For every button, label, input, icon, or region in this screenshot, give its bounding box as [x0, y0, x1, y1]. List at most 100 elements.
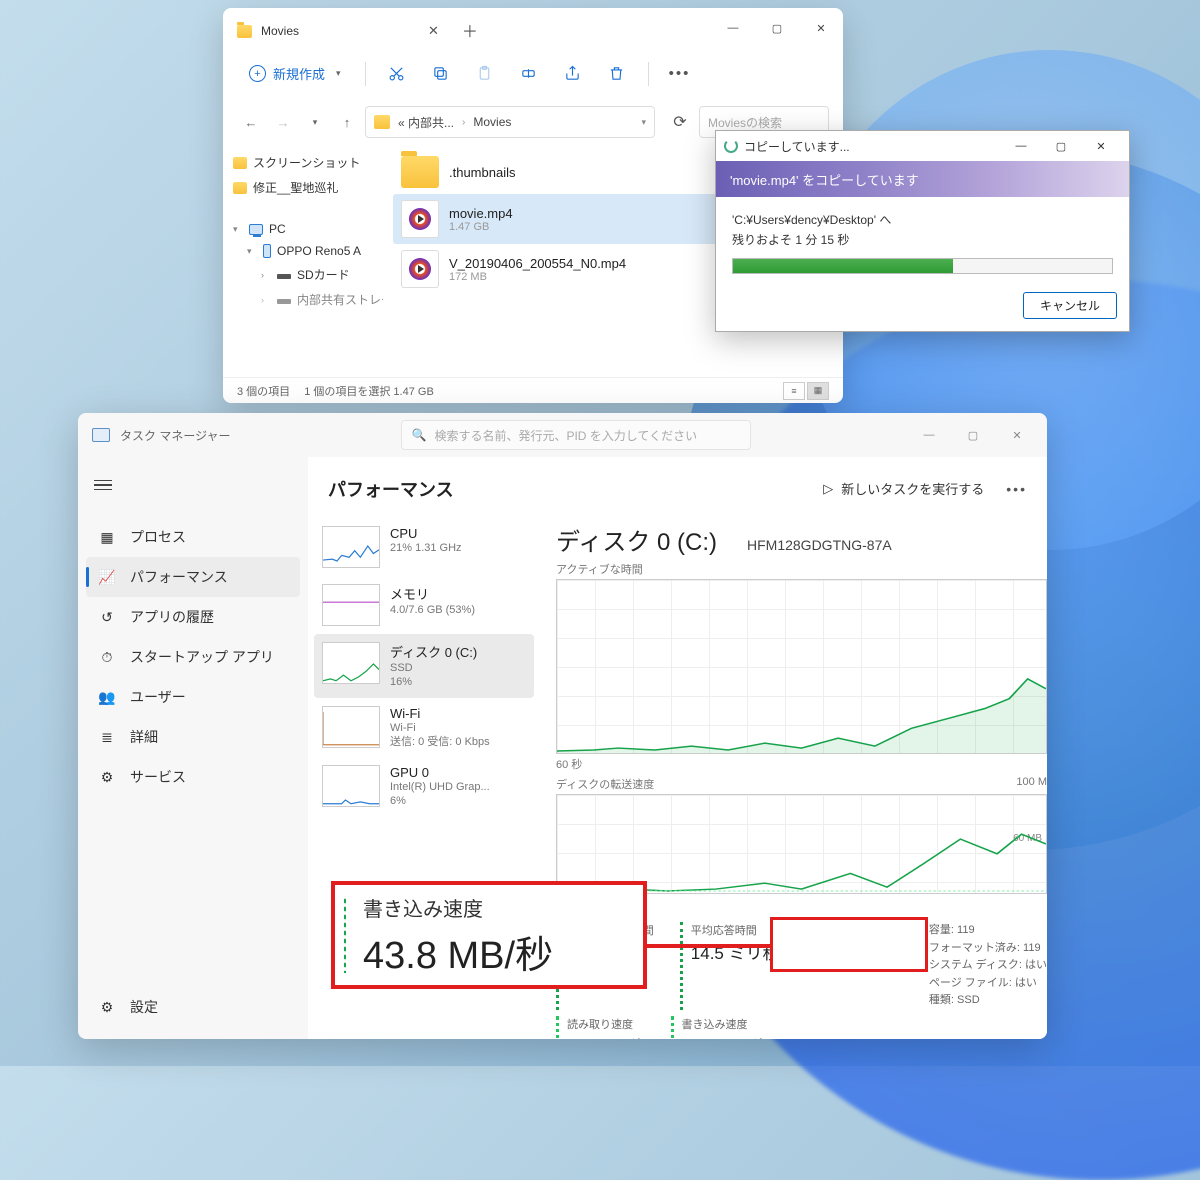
drive-icon — [277, 299, 291, 304]
history-icon: ↺ — [98, 608, 116, 626]
up-button[interactable]: ↑ — [333, 108, 361, 136]
more-icon[interactable]: ••• — [1006, 481, 1027, 497]
nav-startup[interactable]: ⏱スタートアップ アプリ — [86, 637, 300, 677]
tree-item-sd[interactable]: ›SDカード — [227, 262, 379, 287]
content-header: パフォーマンス ▷ 新しいタスクを実行する ••• — [308, 457, 1047, 514]
tree-item-pc[interactable]: ▾PC — [227, 218, 379, 240]
more-icon[interactable]: ••• — [661, 56, 699, 92]
perf-item-memory[interactable]: メモリ4.0/7.6 GB (53%) — [314, 576, 534, 634]
folder-icon — [374, 115, 390, 129]
dialog-title: コピーしています... — [744, 138, 850, 155]
search-input[interactable]: 🔍 検索する名前、発行元、PID を入力してください — [401, 420, 751, 450]
gear-icon: ⚙ — [98, 998, 116, 1016]
perf-item-disk[interactable]: ディスク 0 (C:)SSD 16% — [314, 634, 534, 698]
tree-item-storage[interactable]: ›内部共有ストレージ — [227, 287, 379, 312]
stat-response: 平均応答時間 14.5 ミリ秒 — [680, 922, 780, 1010]
new-button[interactable]: + 新規作成 ▾ — [237, 58, 353, 89]
address-bar[interactable]: « 内部共... › Movies ▾ — [365, 106, 655, 138]
window-buttons: — ▢ ✕ — [907, 417, 1039, 453]
separator — [365, 62, 366, 86]
taskmgr-sidebar: ▦プロセス 📈パフォーマンス ↺アプリの履歴 ⏱スタートアップ アプリ 👥ユーザ… — [78, 457, 308, 1039]
close-button[interactable]: ✕ — [1081, 133, 1121, 159]
perf-item-cpu[interactable]: CPU21% 1.31 GHz — [314, 518, 534, 576]
maximize-button[interactable]: ▢ — [755, 8, 799, 48]
nav-details[interactable]: ≣詳細 — [86, 717, 300, 757]
highlight-connector — [647, 944, 777, 948]
dialog-titlebar[interactable]: コピーしています... — ▢ ✕ — [716, 131, 1129, 161]
folder-icon — [237, 25, 252, 38]
highlight-label: 書き込み速度 — [363, 893, 629, 922]
nav-performance[interactable]: 📈パフォーマンス — [86, 557, 300, 597]
explorer-tab[interactable]: Movies ✕ — [223, 11, 453, 51]
chevron-down-icon[interactable]: ▾ — [641, 117, 646, 128]
nav-processes[interactable]: ▦プロセス — [86, 517, 300, 557]
hamburger-button[interactable] — [86, 469, 122, 501]
close-button[interactable]: ✕ — [799, 8, 843, 48]
chevron-right-icon[interactable]: › — [261, 295, 271, 305]
forward-button[interactable]: → — [269, 108, 297, 136]
refresh-button[interactable]: ⟳ — [665, 112, 695, 132]
back-button[interactable]: ← — [237, 108, 265, 136]
highlight-callout: 書き込み速度 43.8 MB/秒 — [331, 881, 647, 989]
minimize-button[interactable]: — — [711, 8, 755, 48]
phone-icon — [263, 244, 271, 258]
chevron-right-icon[interactable]: › — [261, 270, 271, 280]
new-task-button[interactable]: ▷ 新しいタスクを実行する — [813, 473, 994, 504]
minimize-button[interactable]: — — [1001, 133, 1041, 159]
graph2-label: ディスクの転送速度 100 M — [556, 776, 1047, 792]
copy-icon[interactable] — [422, 56, 460, 92]
tree-item-phone[interactable]: ▾OPPO Reno5 A — [227, 240, 379, 262]
window-buttons: — ▢ ✕ — [1001, 133, 1121, 159]
dialog-body: 'C:¥Users¥dency¥Desktop' へ 残りおよそ 1 分 15 … — [716, 197, 1129, 286]
dotted-accent — [343, 897, 347, 973]
taskmgr-icon — [92, 428, 110, 442]
folder-tree: スクリーンショット 修正__聖地巡礼 ▾PC ▾OPPO Reno5 A ›SD… — [223, 144, 383, 377]
chevron-down-icon[interactable]: ▾ — [301, 108, 329, 136]
list-icon: ≣ — [98, 728, 116, 746]
thumb-graph — [322, 526, 380, 568]
nav-users[interactable]: 👥ユーザー — [86, 677, 300, 717]
perf-item-wifi[interactable]: Wi-FiWi-Fi 送信: 0 受信: 0 Kbps — [314, 698, 534, 758]
perf-item-gpu[interactable]: GPU 0Intel(R) UHD Grap... 6% — [314, 757, 534, 817]
breadcrumb-segment[interactable]: « 内部共... — [398, 114, 454, 131]
view-grid-button[interactable]: ▦ — [807, 382, 829, 400]
status-item-count: 3 個の項目 — [237, 383, 290, 399]
dialog-footer: キャンセル — [716, 286, 1129, 331]
explorer-titlebar: Movies ✕ ＋ — ▢ ✕ — [223, 8, 843, 48]
users-icon: 👥 — [98, 688, 116, 706]
paste-icon[interactable] — [466, 56, 504, 92]
share-icon[interactable] — [554, 56, 592, 92]
maximize-button[interactable]: ▢ — [1041, 133, 1081, 159]
status-bar: 3 個の項目 1 個の項目を選択 1.47 GB ≡ ▦ — [223, 377, 843, 403]
nav-services[interactable]: ⚙サービス — [86, 757, 300, 797]
cut-icon[interactable] — [378, 56, 416, 92]
chevron-down-icon[interactable]: ▾ — [233, 224, 243, 235]
stat-row-2: 読み取り速度 108 KB/秒 書き込み速度 43.8 MB/秒 — [556, 1016, 1047, 1039]
stat-read: 読み取り速度 108 KB/秒 — [556, 1016, 645, 1039]
view-list-button[interactable]: ≡ — [783, 382, 805, 400]
separator — [648, 62, 649, 86]
timespan: 60 秒 — [556, 756, 582, 772]
tree-item[interactable]: 修正__聖地巡礼 — [227, 175, 379, 200]
delete-icon[interactable] — [598, 56, 636, 92]
tab-close-icon[interactable]: ✕ — [428, 23, 439, 39]
disk-meta: 容量: 119 フォーマット済み: 119 システム ディスク: はい ページ … — [929, 922, 1047, 1010]
close-button[interactable]: ✕ — [995, 417, 1039, 453]
new-tab-button[interactable]: ＋ — [453, 12, 487, 48]
breadcrumb-separator: › — [462, 117, 465, 128]
minimize-button[interactable]: — — [907, 417, 951, 453]
nav-history[interactable]: ↺アプリの履歴 — [86, 597, 300, 637]
cancel-button[interactable]: キャンセル — [1023, 292, 1117, 319]
nav-settings[interactable]: ⚙設定 — [86, 987, 300, 1027]
app-title: タスク マネージャー — [120, 427, 231, 444]
chevron-down-icon[interactable]: ▾ — [247, 246, 257, 257]
rename-icon[interactable] — [510, 56, 548, 92]
chart-icon: 📈 — [98, 568, 116, 586]
progress-bar — [732, 258, 1113, 274]
new-button-label: 新規作成 — [273, 64, 325, 83]
detail-header: ディスク 0 (C:) HFM128GDGTNG-87A — [556, 522, 1047, 557]
breadcrumb-segment[interactable]: Movies — [473, 115, 511, 129]
pc-icon — [249, 224, 263, 235]
tree-item[interactable]: スクリーンショット — [227, 150, 379, 175]
maximize-button[interactable]: ▢ — [951, 417, 995, 453]
